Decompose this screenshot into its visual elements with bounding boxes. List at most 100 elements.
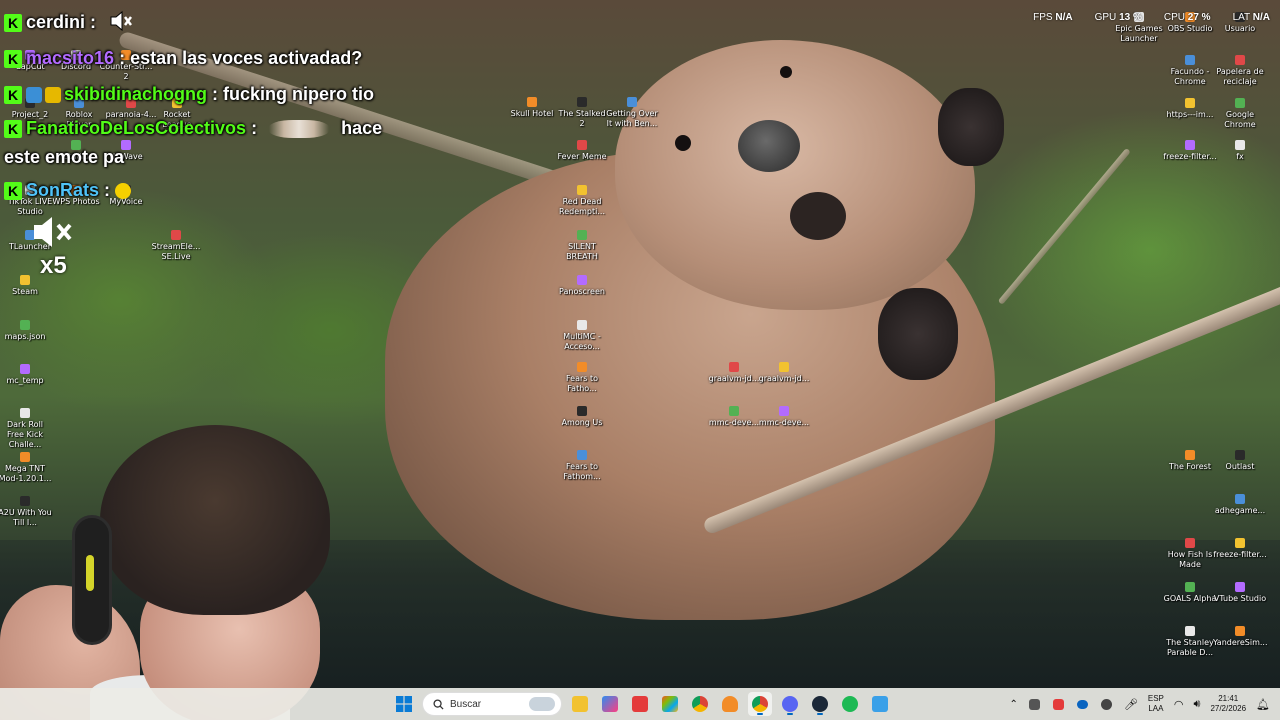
notepad-icon bbox=[872, 696, 888, 712]
kick-badge-icon: K bbox=[4, 50, 22, 69]
desktop-shortcut[interactable]: Google Chrome bbox=[1213, 98, 1267, 130]
ms-store-button[interactable] bbox=[658, 692, 682, 716]
shortcut-label: graalvm-jd... bbox=[708, 374, 760, 383]
desktop-shortcut[interactable]: Panoscreen bbox=[555, 275, 609, 297]
start-button[interactable] bbox=[392, 692, 416, 716]
desktop-shortcut[interactable]: Getting Over It with Ben... bbox=[605, 97, 659, 129]
beaver-eye-left bbox=[675, 135, 691, 151]
wps-icon bbox=[632, 696, 648, 712]
spotify-icon bbox=[842, 696, 858, 712]
desktop-shortcut[interactable]: Fears to Fatho... bbox=[555, 362, 609, 394]
clock[interactable]: 21:41 27/2/2026 bbox=[1210, 694, 1246, 714]
shortcut-app-icon bbox=[577, 320, 587, 330]
desktop-shortcut[interactable]: freeze-filter... bbox=[1163, 140, 1217, 162]
desktop-shortcut[interactable]: Fears to Fathom... bbox=[555, 450, 609, 482]
chat-text: estan las voces activadad? bbox=[130, 48, 363, 68]
discord-button[interactable] bbox=[778, 692, 802, 716]
desktop-shortcut[interactable]: mc_temp bbox=[0, 364, 52, 386]
desktop-shortcut[interactable]: VTube Studio bbox=[1213, 582, 1267, 604]
desktop-shortcut[interactable]: MultiMC - Acceso... bbox=[555, 320, 609, 352]
webcam-hair bbox=[100, 425, 330, 615]
desktop-shortcut[interactable]: graalvm-jd... bbox=[757, 362, 811, 384]
chrome-button[interactable] bbox=[688, 692, 712, 716]
desktop-shortcut[interactable]: fx bbox=[1213, 140, 1267, 162]
desktop-shortcut[interactable]: Fever Meme bbox=[555, 140, 609, 162]
desktop-shortcut[interactable]: maps.json bbox=[0, 320, 52, 342]
chevron-up-icon[interactable]: ⌃ bbox=[1010, 699, 1018, 710]
shortcut-label: Papelera de reciclaje bbox=[1216, 67, 1264, 86]
desktop-shortcut[interactable]: The Stanley Parable D... bbox=[1163, 626, 1217, 658]
shortcut-label: Google Chrome bbox=[1224, 110, 1256, 129]
desktop-shortcut[interactable]: Papelera de reciclaje bbox=[1213, 55, 1267, 87]
store-icon bbox=[662, 696, 678, 712]
shortcut-app-icon bbox=[577, 406, 587, 416]
wallpaper-twig bbox=[997, 147, 1131, 305]
desktop-shortcut[interactable]: The Stalked 2 bbox=[555, 97, 609, 129]
chat-message: K FanaticoDeLosColectivos : hace bbox=[4, 118, 382, 139]
search-highlight-icon bbox=[529, 697, 555, 711]
flame-app-button[interactable] bbox=[718, 692, 742, 716]
beaver-mouth bbox=[790, 192, 846, 240]
desktop-shortcut[interactable]: GOALS Alpha bbox=[1163, 582, 1217, 604]
flame-icon bbox=[722, 696, 738, 712]
notification-bell-icon[interactable]: 🔔︎ bbox=[1256, 698, 1270, 711]
shortcut-label: Among Us bbox=[561, 418, 603, 427]
desktop-shortcut[interactable]: Skull Hotel bbox=[505, 97, 559, 119]
tray-app-icon[interactable] bbox=[1028, 697, 1042, 711]
discord-icon bbox=[782, 696, 798, 712]
desktop-shortcut[interactable]: YandereSim... bbox=[1213, 626, 1268, 648]
desktop-shortcut[interactable]: mmc-deve... bbox=[707, 406, 761, 428]
shortcut-app-icon bbox=[1235, 626, 1245, 636]
desktop-shortcut[interactable]: mmc-deve... bbox=[757, 406, 811, 428]
desktop-shortcut[interactable]: https---im... bbox=[1163, 98, 1217, 120]
wifi-icon[interactable]: ◠ bbox=[1174, 698, 1184, 711]
chrome-profile-button[interactable] bbox=[748, 692, 772, 716]
shortcut-label: StreamEle... SE.Live bbox=[151, 242, 201, 261]
desktop-shortcut[interactable]: freeze-filter... bbox=[1213, 538, 1267, 560]
shortcut-app-icon bbox=[1185, 98, 1195, 108]
tray-app-icon[interactable] bbox=[1052, 697, 1066, 711]
file-explorer-button[interactable] bbox=[568, 692, 592, 716]
taskbar-search-box[interactable]: Buscar bbox=[422, 692, 562, 716]
shortcut-app-icon bbox=[1185, 140, 1195, 150]
desktop-shortcut[interactable]: graalvm-jd... bbox=[707, 362, 761, 384]
bluetooth-icon[interactable] bbox=[1100, 697, 1114, 711]
beaver-nose bbox=[738, 120, 800, 172]
language-indicator[interactable]: ESP LAA bbox=[1148, 694, 1164, 714]
gpu-readout: GPU 13 % bbox=[1094, 12, 1142, 23]
headset-accent bbox=[86, 555, 94, 591]
desktop-shortcut[interactable]: Facundo - Chrome bbox=[1163, 55, 1217, 87]
steam-icon bbox=[812, 696, 828, 712]
chat-username: cerdini bbox=[26, 12, 86, 32]
volume-icon[interactable]: 🔊︎ bbox=[1194, 698, 1201, 711]
system-tray: ⌃ 🎤︎ ESP LAA ◠ 🔊︎ 21:41 27/2/2026 🔔︎ bbox=[1010, 688, 1280, 720]
chat-message: Kcerdini : bbox=[4, 12, 96, 33]
folder-icon bbox=[572, 696, 588, 712]
desktop-shortcut[interactable]: Red Dead Redempti... bbox=[555, 185, 609, 217]
desktop-shortcut[interactable]: adhegame... bbox=[1213, 494, 1267, 516]
notepad-button[interactable] bbox=[868, 692, 892, 716]
spotify-button[interactable] bbox=[838, 692, 862, 716]
desktop-shortcut[interactable]: StreamEle... SE.Live bbox=[149, 230, 203, 262]
windows-logo-icon bbox=[396, 696, 412, 712]
desktop-shortcut[interactable]: Among Us bbox=[555, 406, 609, 428]
kick-badge-icon: K bbox=[4, 120, 22, 139]
microphone-icon[interactable]: 🎤︎ bbox=[1124, 698, 1138, 711]
desktop-shortcut[interactable]: The Forest bbox=[1163, 450, 1217, 472]
kick-badge-icon: K bbox=[4, 86, 22, 105]
desktop-shortcut[interactable]: SILENT BREATH bbox=[555, 230, 609, 262]
desktop-shortcut[interactable]: Outlast bbox=[1213, 450, 1267, 472]
webcam-feed bbox=[0, 425, 335, 720]
shortcut-label: VTube Studio bbox=[1213, 594, 1267, 603]
shortcut-label: freeze-filter... bbox=[1213, 550, 1267, 559]
shortcut-label: Fears to Fatho... bbox=[565, 374, 599, 393]
steam-button[interactable] bbox=[808, 692, 832, 716]
search-placeholder: Buscar bbox=[450, 698, 482, 710]
onedrive-icon[interactable] bbox=[1076, 697, 1090, 711]
wps-office-button[interactable] bbox=[628, 692, 652, 716]
chrome-icon bbox=[752, 696, 768, 712]
beaver-head bbox=[615, 40, 975, 310]
desktop-shortcut[interactable]: How Fish Is Made bbox=[1163, 538, 1217, 570]
shortcut-app-icon bbox=[1235, 538, 1245, 548]
widget-app-button[interactable] bbox=[598, 692, 622, 716]
